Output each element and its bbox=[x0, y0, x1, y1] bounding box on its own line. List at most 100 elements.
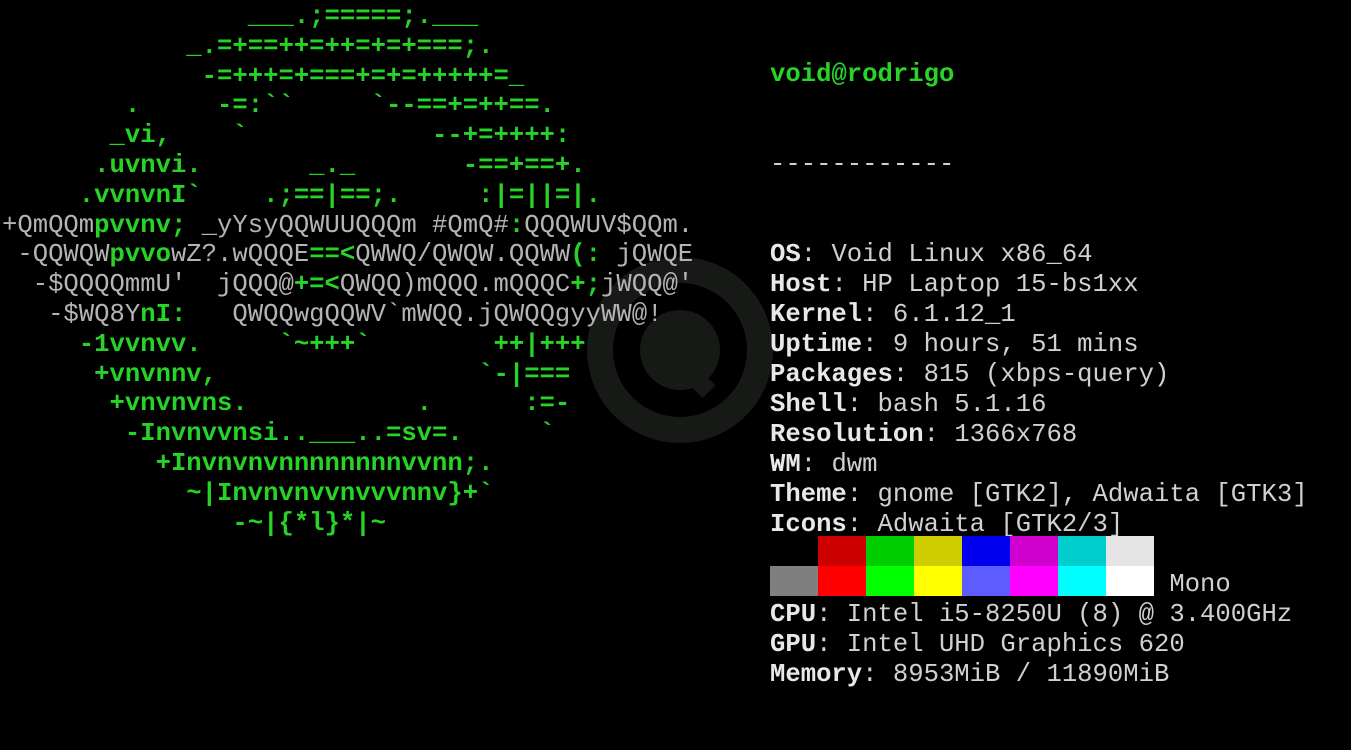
info-row: Resolution: 1366x768 bbox=[770, 420, 1308, 450]
info-value: 9 hours, 51 mins bbox=[892, 330, 1139, 359]
palette-swatch-normal bbox=[1106, 536, 1154, 566]
info-colon: : bbox=[800, 450, 832, 479]
palette-swatch-bright bbox=[818, 566, 866, 596]
logo-segment: -=+++=+===+=+=+++++=_ bbox=[2, 61, 525, 91]
logo-segment: ==< bbox=[309, 240, 356, 270]
logo-segment: +vnvnnv, `-|=== bbox=[2, 359, 571, 389]
info-row: Packages: 815 (xbps-query) bbox=[770, 360, 1308, 390]
info-value: Intel UHD Graphics 620 bbox=[846, 630, 1185, 659]
logo-segment: QWQQ)mQQQ.mQQQC bbox=[339, 270, 571, 300]
logo-line: ___.;=====;.___ bbox=[2, 2, 478, 31]
info-row: Uptime: 9 hours, 51 mins bbox=[770, 330, 1308, 360]
palette-swatch-bright bbox=[866, 566, 914, 596]
logo-segment: jWQQ@' bbox=[601, 270, 694, 300]
logo-line: +QmQQmpvvnv; _yYsyQQWUUQQQm #QmQ#:QQQWUV… bbox=[2, 211, 693, 240]
info-row: WM: dwm bbox=[770, 450, 1308, 480]
info-colon: : bbox=[831, 270, 863, 299]
palette-swatch-normal bbox=[1010, 536, 1058, 566]
palette-swatch-normal bbox=[818, 536, 866, 566]
info-row: Theme: gnome [GTK2], Adwaita [GTK3] bbox=[770, 480, 1308, 510]
logo-segment: . -=:`` `--==+=++==. bbox=[2, 91, 555, 121]
info-key: GPU bbox=[770, 630, 817, 659]
palette-swatch-bright bbox=[962, 566, 1010, 596]
palette-bright-row bbox=[770, 566, 1154, 596]
logo-segment: wZ?.wQQQE bbox=[170, 240, 310, 270]
logo-segment: QWQQwgQQWV`mWQQ.jQWQQgyyWW@! bbox=[186, 299, 663, 329]
logo-line: +vnvnnv, `-|=== bbox=[2, 360, 570, 389]
info-colon: : bbox=[816, 630, 847, 659]
info-key: Shell bbox=[770, 390, 847, 419]
logo-segment: _yYsyQQWUUQQQm #QmQ# bbox=[186, 210, 509, 240]
logo-line: -$WQ8YnI: QWQQwgQQWV`mWQQ.jQWQQgyyWW@! bbox=[2, 300, 662, 329]
logo-segment: -~|{*l}*|~ bbox=[2, 508, 386, 538]
info-row: OS: Void Linux x86_64 bbox=[770, 240, 1308, 270]
logo-line: . -=:`` `--==+=++==. bbox=[2, 91, 555, 120]
info-key: CPU bbox=[770, 600, 817, 629]
info-row: GPU: Intel UHD Graphics 620 bbox=[770, 630, 1308, 660]
info-colon: : bbox=[846, 480, 878, 509]
logo-segment: (: bbox=[570, 240, 617, 270]
info-key: Packages bbox=[770, 360, 893, 389]
info-key: Kernel bbox=[770, 300, 863, 329]
logo-segment: +Invnvnvnnnnnnnnvvnn;. bbox=[2, 448, 494, 478]
palette-swatch-bright bbox=[1058, 566, 1106, 596]
info-key: Host bbox=[770, 270, 832, 299]
logo-line: ~|Invnvnvvnvvvnnv}+` bbox=[2, 479, 493, 508]
logo-segment: pvvnv; bbox=[94, 210, 187, 240]
palette-swatch-normal bbox=[962, 536, 1010, 566]
logo-segment: QQQWUV$QQm. bbox=[524, 210, 694, 240]
logo-segment: +; bbox=[570, 270, 602, 300]
logo-line: +vnvnvns. . :=- bbox=[2, 389, 571, 418]
logo-segment: _.=+==++=++=+=+===;. bbox=[2, 31, 494, 61]
info-key: WM bbox=[770, 450, 801, 479]
logo-line: _.=+==++=++=+=+===;. bbox=[2, 32, 493, 61]
terminal-window[interactable]: ___.;=====;.___ _.=+==++=++=+=+===;. -=+… bbox=[0, 0, 1351, 689]
logo-segment: -1vvnvv. `~+++` ++|+++ bbox=[2, 329, 586, 359]
color-palette bbox=[770, 536, 1154, 596]
palette-swatch-bright bbox=[1106, 566, 1154, 596]
logo-line: -QQWQWpvvowZ?.wQQQE==<QWWQ/QWQW.QQWW(: j… bbox=[2, 240, 693, 269]
logo-segment: QWWQ/QWQW.QQWW bbox=[355, 240, 571, 270]
logo-segment: pvvo bbox=[109, 240, 171, 270]
logo-segment: ~|Invnvnvvnvvvnnv}+` bbox=[2, 478, 494, 508]
palette-normal-row bbox=[770, 536, 1154, 566]
logo-line: -=+++=+===+=+=+++++=_ bbox=[2, 61, 525, 91]
info-value: Void Linux x86_64 bbox=[831, 240, 1093, 269]
info-colon: : bbox=[800, 240, 832, 269]
info-value: HP Laptop 15-bs1xx bbox=[862, 270, 1139, 299]
info-value: 815 (xbps-query) bbox=[923, 360, 1170, 389]
logo-segment: .uvnvi. _._ -==+==+. bbox=[2, 150, 586, 180]
logo-line: +Invnvnvnnnnnnnnvvnn;. bbox=[2, 448, 494, 478]
info-row: Memory: 8953MiB / 11890MiB bbox=[770, 660, 1308, 690]
logo-line: _vi, ` --+=++++: bbox=[2, 121, 571, 151]
info-row: Shell: bash 5.1.16 bbox=[770, 390, 1308, 420]
logo-segment: -Invnvvnsi..___..=sv=. ` bbox=[2, 419, 555, 449]
logo-segment: -$WQ8Y bbox=[2, 299, 141, 329]
logo-segment: nI: bbox=[140, 299, 187, 329]
logo-line: -Invnvvnsi..___..=sv=. ` bbox=[2, 419, 555, 448]
logo-segment: _vi, ` --+=++++: bbox=[2, 121, 571, 151]
logo-segment: +QmQQm bbox=[2, 210, 95, 240]
logo-line: -$QQQQmmU' jQQQ@+=<QWQQ)mQQQ.mQQQC+;jWQQ… bbox=[2, 270, 693, 299]
logo-line: -~|{*l}*|~ bbox=[2, 509, 386, 538]
palette-swatch-normal bbox=[1058, 536, 1106, 566]
logo-segment: ___.;=====;.___ bbox=[2, 2, 479, 31]
title-separator: ------------ bbox=[770, 150, 955, 179]
palette-swatch-normal bbox=[866, 536, 914, 566]
info-key: Theme bbox=[770, 480, 847, 509]
info-value: Adwaita [GTK2/3] bbox=[877, 510, 1124, 539]
system-info-panel: void@rodrigo ------------ OS: Void Linux… bbox=[770, 0, 1308, 750]
info-value: dwm bbox=[831, 450, 878, 479]
info-key: Icons bbox=[770, 510, 847, 539]
info-colon: : bbox=[862, 660, 893, 689]
logo-segment: -QQWQW bbox=[2, 240, 110, 270]
logo-line: .uvnvi. _._ -==+==+. bbox=[2, 151, 586, 180]
palette-swatch-normal bbox=[914, 536, 962, 566]
logo-line: .vvnvnI` .;==|==;. :|=||=|. bbox=[2, 181, 601, 210]
info-key: Memory bbox=[770, 660, 863, 689]
info-key: Resolution bbox=[770, 420, 924, 449]
palette-swatch-bright bbox=[770, 566, 818, 596]
info-colon: : bbox=[862, 330, 893, 359]
info-value: 8953MiB / 11890MiB bbox=[892, 660, 1170, 689]
info-colon: : bbox=[923, 420, 955, 449]
